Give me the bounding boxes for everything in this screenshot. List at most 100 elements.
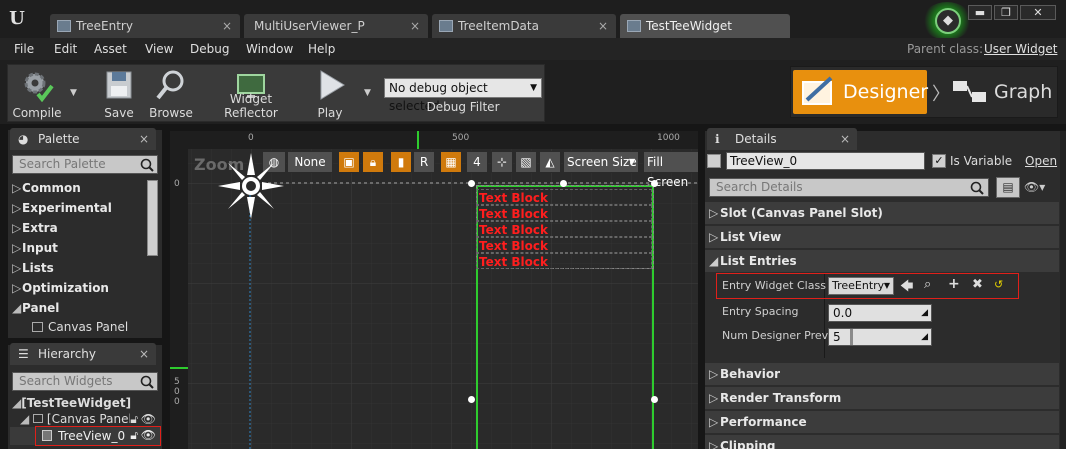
layout-mode-icon[interactable]: ▮ xyxy=(390,151,412,173)
palette-category-common[interactable]: ▷Common xyxy=(12,178,142,198)
details-tab[interactable]: ℹ Details × xyxy=(707,128,857,150)
menu-edit[interactable]: Edit xyxy=(54,38,77,60)
close-window-button[interactable]: ✕ xyxy=(1020,5,1056,20)
tab-test-tee-widget[interactable]: TestTeeWidget xyxy=(620,14,790,38)
text-block[interactable]: Text Block xyxy=(476,189,652,205)
grid-size-button[interactable]: 4 xyxy=(466,151,488,173)
property-matrix-icon[interactable]: ▤ xyxy=(996,177,1020,198)
close-icon[interactable]: × xyxy=(139,128,149,150)
mirror-icon[interactable]: ◭ xyxy=(539,151,561,173)
none-button[interactable]: None xyxy=(287,151,333,173)
snap-box-icon[interactable]: ▣ xyxy=(338,151,360,173)
hierarchy-node-root[interactable]: ◢[TestTeeWidget] xyxy=(12,395,131,411)
hierarchy-node-canvas-panel[interactable]: ◢ [Canvas Panel] 🔓︎ 👁︎ xyxy=(20,411,160,427)
palette-category-optimization[interactable]: ▷Optimization xyxy=(12,278,142,298)
resize-handle[interactable] xyxy=(651,396,658,403)
close-icon[interactable]: × xyxy=(598,14,608,38)
source-control-icon[interactable]: ◆ xyxy=(935,8,961,34)
play-options-chevron-icon[interactable]: ▼ xyxy=(364,88,371,98)
tab-multiuserviewer[interactable]: MultiUserViewer_P × xyxy=(244,14,428,38)
palette-category-experimental[interactable]: ▷Experimental xyxy=(12,198,142,218)
resize-handle[interactable] xyxy=(651,180,658,187)
close-icon[interactable]: × xyxy=(410,14,420,38)
hierarchy-search-input[interactable]: Search Widgets xyxy=(12,372,158,391)
use-selected-arrow-icon[interactable]: 🡄 xyxy=(900,277,913,299)
browse-button[interactable]: Browse xyxy=(146,64,196,122)
menu-view[interactable]: View xyxy=(145,38,173,60)
eye-icon[interactable]: 👁︎ xyxy=(140,411,156,427)
clear-icon[interactable]: ✖ xyxy=(972,277,983,292)
palette-search-input[interactable]: Search Palette xyxy=(12,155,158,174)
entry-widget-class-dropdown[interactable]: TreeEntry ▼ xyxy=(828,277,894,295)
num-designer-preview-input[interactable]: 5 ◢ xyxy=(828,328,932,346)
lock-icon[interactable]: 🔓︎ xyxy=(130,411,138,427)
section-list-entries[interactable]: ◢ List Entries xyxy=(705,250,1059,272)
transform-icon[interactable]: ⊹ xyxy=(491,151,513,173)
text-block[interactable]: Text Block xyxy=(476,205,652,221)
palette-category-panel[interactable]: ◢Panel xyxy=(12,298,142,318)
tab-tree-item-data[interactable]: TreeItemData × xyxy=(432,14,616,38)
r-button[interactable]: R xyxy=(413,151,435,173)
maximize-button[interactable]: ❐ xyxy=(994,5,1018,20)
designer-mode-button[interactable]: Designer xyxy=(793,70,928,114)
close-icon[interactable]: × xyxy=(222,14,232,38)
is-variable-checkbox[interactable]: ✓ xyxy=(932,154,946,168)
text-block[interactable]: Text Block xyxy=(476,237,652,253)
section-slot[interactable]: ▷ Slot (Canvas Panel Slot) xyxy=(705,202,1059,224)
section-behavior[interactable]: ▷ Behavior xyxy=(705,363,1059,385)
section-performance[interactable]: ▷ Performance xyxy=(705,411,1059,433)
close-icon[interactable]: × xyxy=(840,128,850,150)
grid-snap-icon[interactable]: ▦ xyxy=(440,151,462,173)
parent-class-link[interactable]: User Widget xyxy=(984,38,1057,60)
palette-category-extra[interactable]: ▷Extra xyxy=(12,218,142,238)
text-block[interactable]: Text Block xyxy=(476,253,652,269)
debug-object-select[interactable]: No debug object selected ▼ xyxy=(384,78,542,113)
add-icon[interactable]: + xyxy=(948,276,960,292)
section-list-view[interactable]: ▷ List View xyxy=(705,226,1059,248)
entry-spacing-input[interactable]: 0.0 ◢ xyxy=(828,304,932,322)
widget-name-input[interactable]: TreeView_0 xyxy=(726,152,925,170)
play-button[interactable]: Play xyxy=(306,64,354,122)
fill-screen-dropdown[interactable]: Fill Screen xyxy=(643,151,698,189)
lock-ratio-icon[interactable]: 🔒︎ xyxy=(362,151,384,173)
menu-file[interactable]: File xyxy=(14,38,34,60)
save-button[interactable]: Save xyxy=(94,64,144,122)
details-scrollbar[interactable] xyxy=(1060,131,1066,449)
resize-handle[interactable] xyxy=(560,180,567,187)
image-icon[interactable]: ▧ xyxy=(515,151,537,173)
open-link[interactable]: Open xyxy=(1025,152,1057,170)
screen-size-dropdown[interactable]: Screen Size ▼ xyxy=(563,151,639,173)
browse-asset-icon[interactable]: ⌕ xyxy=(924,277,931,292)
palette-tab[interactable]: ◕ Palette × xyxy=(10,128,156,150)
palette-item-canvas-panel[interactable]: Canvas Panel xyxy=(32,318,128,336)
panel-splitter[interactable] xyxy=(698,124,705,449)
lock-icon[interactable]: 🔓︎ xyxy=(130,428,138,443)
close-icon[interactable]: × xyxy=(139,343,149,365)
widget-reflector-button[interactable]: Widget Reflector xyxy=(202,64,300,122)
palette-scrollbar[interactable] xyxy=(147,180,158,256)
hierarchy-tab[interactable]: ☰ Hierarchy × xyxy=(10,343,156,365)
tab-tree-entry[interactable]: TreeEntry × xyxy=(50,14,240,38)
eye-icon[interactable]: 👁︎ xyxy=(141,428,156,442)
menu-help[interactable]: Help xyxy=(308,38,335,60)
view-options-eye-icon[interactable]: 👁︎▾ xyxy=(1024,180,1045,194)
section-clipping[interactable]: ▷ Clipping xyxy=(705,435,1059,449)
details-search-input[interactable]: Search Details xyxy=(709,178,989,197)
dpi-scale-sun-icon[interactable] xyxy=(218,153,284,219)
compile-button[interactable]: Compile xyxy=(8,64,66,122)
section-render-transform[interactable]: ▷ Render Transform xyxy=(705,387,1059,409)
resize-handle[interactable] xyxy=(468,396,475,403)
minimize-button[interactable]: ▬ xyxy=(968,5,992,20)
hierarchy-node-treeview[interactable]: TreeView_0 🔓︎ 👁︎ xyxy=(35,426,161,446)
palette-category-lists[interactable]: ▷Lists xyxy=(12,258,142,278)
compile-options-chevron-icon[interactable]: ▼ xyxy=(70,88,77,98)
reset-to-default-icon[interactable]: ↺ xyxy=(994,278,1003,291)
resize-handle[interactable] xyxy=(468,180,475,187)
menu-debug[interactable]: Debug xyxy=(190,38,229,60)
menu-asset[interactable]: Asset xyxy=(94,38,127,60)
graph-mode-button[interactable]: Graph xyxy=(950,70,1052,114)
text-block[interactable]: Text Block xyxy=(476,221,652,237)
menu-window[interactable]: Window xyxy=(246,38,293,60)
designer-viewport[interactable]: 0 500 1000 0 5 0 0 Zoom ◍ None ▣ 🔒︎ ▮ R … xyxy=(170,131,698,449)
palette-category-input[interactable]: ▷Input xyxy=(12,238,142,258)
